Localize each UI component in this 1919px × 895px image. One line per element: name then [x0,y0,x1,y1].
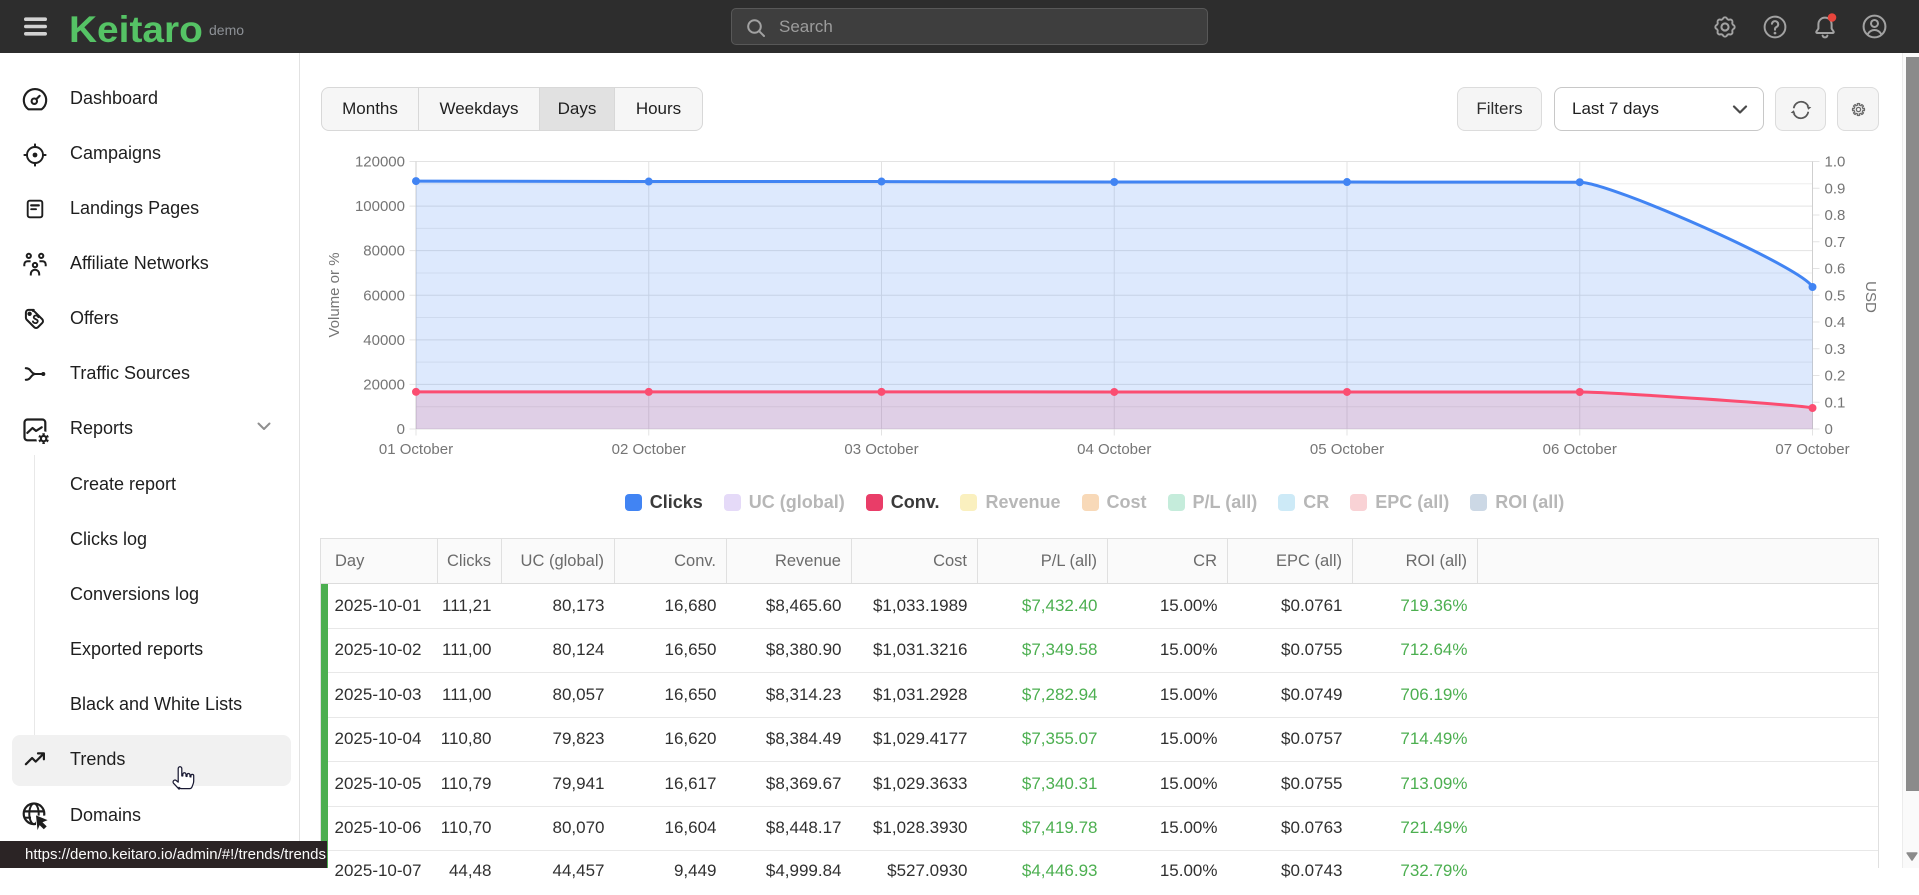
svg-text:0.6: 0.6 [1825,261,1846,278]
svg-text:20000: 20000 [363,376,405,393]
svg-text:1.0: 1.0 [1825,154,1846,171]
svg-text:60000: 60000 [363,287,405,304]
svg-text:0.3: 0.3 [1825,341,1846,358]
svg-text:0.4: 0.4 [1825,314,1846,331]
svg-text:0.7: 0.7 [1825,234,1846,251]
svg-text:05 October: 05 October [1310,441,1384,458]
svg-text:Volume or %: Volume or % [326,252,343,337]
svg-text:USD: USD [1862,281,1879,313]
svg-text:01 October: 01 October [379,441,453,458]
svg-text:40000: 40000 [363,332,405,349]
svg-text:06 October: 06 October [1543,441,1617,458]
svg-text:0.9: 0.9 [1825,180,1846,197]
svg-text:0: 0 [397,421,405,438]
svg-text:0.8: 0.8 [1825,207,1846,224]
svg-text:100000: 100000 [355,198,405,215]
svg-text:120000: 120000 [355,154,405,171]
svg-text:03 October: 03 October [844,441,918,458]
svg-text:0.2: 0.2 [1825,368,1846,385]
svg-text:07 October: 07 October [1775,441,1849,458]
svg-text:0.5: 0.5 [1825,287,1846,304]
svg-text:02 October: 02 October [612,441,686,458]
svg-text:0.1: 0.1 [1825,394,1846,411]
svg-text:0: 0 [1825,421,1833,438]
svg-text:04 October: 04 October [1077,441,1151,458]
svg-text:80000: 80000 [363,243,405,260]
